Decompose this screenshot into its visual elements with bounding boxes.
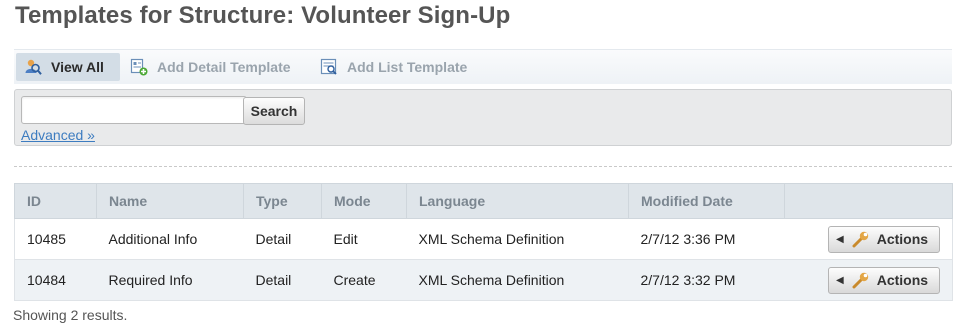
search-button[interactable]: Search (243, 97, 305, 125)
cell-actions: ◀ Actions (784, 259, 953, 301)
cell-actions: ◀ Actions (784, 218, 953, 260)
table-row[interactable]: 10484 Required Info Detail Create XML Sc… (14, 259, 953, 301)
cell-type: Detail (243, 259, 322, 301)
cell-id: 10485 (14, 218, 97, 260)
cell-language: XML Schema Definition (406, 259, 629, 301)
column-header-type[interactable]: Type (243, 183, 322, 219)
add-list-template-button[interactable]: Add List Template (320, 53, 467, 81)
wrench-icon (852, 272, 868, 289)
column-header-name[interactable]: Name (96, 183, 244, 219)
page-title: Templates for Structure: Volunteer Sign-… (15, 2, 511, 29)
column-header-actions (784, 183, 953, 219)
table-row[interactable]: 10485 Additional Info Detail Edit XML Sc… (14, 218, 953, 260)
column-header-language[interactable]: Language (406, 183, 629, 219)
view-all-button[interactable]: View All (16, 53, 120, 81)
cell-modified-date: 2/7/12 3:36 PM (628, 218, 785, 260)
cell-type: Detail (243, 218, 322, 260)
search-panel: Search Advanced » (14, 89, 952, 146)
view-all-label: View All (51, 59, 104, 75)
actions-button[interactable]: ◀ Actions (828, 266, 940, 294)
column-header-mode[interactable]: Mode (321, 183, 407, 219)
cell-id: 10484 (14, 259, 97, 301)
view-all-icon (25, 59, 42, 75)
results-count: Showing 2 results. (13, 307, 128, 323)
cell-modified-date: 2/7/12 3:32 PM (628, 259, 785, 301)
advanced-search-link[interactable]: Advanced » (21, 127, 95, 143)
cell-mode: Edit (321, 218, 407, 260)
caret-left-icon: ◀ (836, 233, 844, 245)
add-list-template-label: Add List Template (347, 59, 468, 75)
table-header-row: ID Name Type Mode Language Modified Date (14, 183, 953, 219)
actions-button[interactable]: ◀ Actions (828, 225, 940, 253)
divider (14, 166, 952, 167)
actions-label: Actions (876, 272, 929, 288)
search-input[interactable] (21, 96, 247, 124)
cell-language: XML Schema Definition (406, 218, 629, 260)
cell-name[interactable]: Additional Info (96, 218, 244, 260)
add-detail-template-button[interactable]: Add Detail Template (130, 53, 291, 81)
cell-name[interactable]: Required Info (96, 259, 244, 301)
column-header-modified-date[interactable]: Modified Date (628, 183, 785, 219)
templates-table: ID Name Type Mode Language Modified Date… (14, 183, 953, 301)
add-detail-template-icon (130, 58, 148, 76)
caret-left-icon: ◀ (836, 274, 844, 286)
actions-label: Actions (876, 231, 929, 247)
wrench-icon (852, 231, 868, 248)
add-list-template-icon (320, 58, 337, 75)
toolbar: View All Add Detail Template Add List Te… (14, 49, 952, 84)
cell-mode: Create (321, 259, 407, 301)
column-header-id[interactable]: ID (14, 183, 97, 219)
add-detail-template-label: Add Detail Template (157, 59, 291, 75)
